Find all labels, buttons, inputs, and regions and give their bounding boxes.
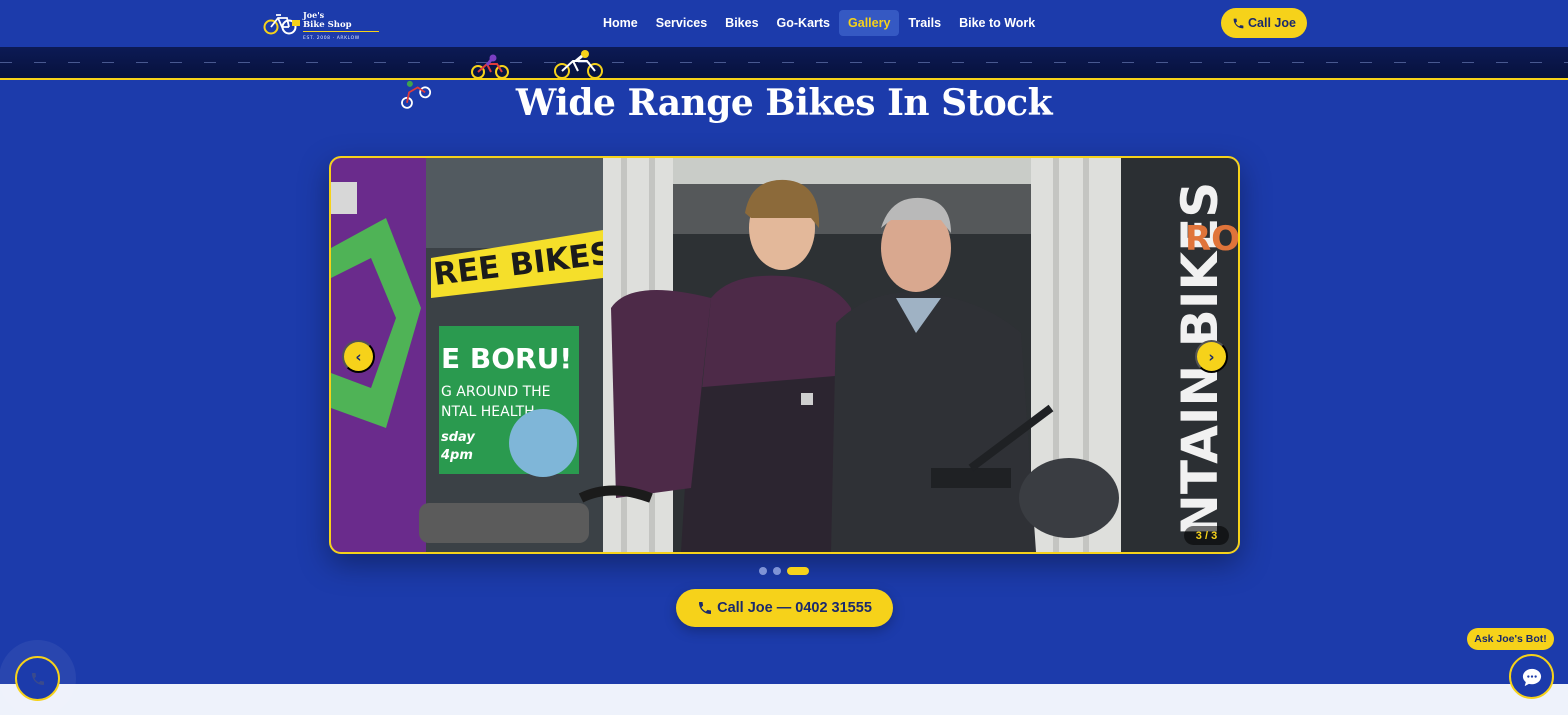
poster-line1: G AROUND THE [441, 384, 551, 400]
brand-name-line2: Bike Shop [303, 20, 379, 32]
poster-line4: 4pm [440, 448, 473, 463]
brand-tagline: EST. 2008 · ARKLOW [303, 36, 360, 41]
nav-bikes[interactable]: Bikes [716, 10, 767, 36]
site-header: Joe's Bike Shop EST. 2008 · ARKLOW Home … [0, 0, 1568, 47]
nav-trails[interactable]: Trails [899, 10, 950, 36]
bicycle-logo-icon [263, 14, 300, 35]
carousel-prev-button[interactable]: ‹ [342, 340, 375, 373]
shop-sign-top: RO [1185, 219, 1238, 259]
call-joe-cta-button[interactable]: Call Joe — 0402 31555 [676, 589, 893, 627]
phone-icon [31, 672, 44, 685]
phone-icon [699, 602, 712, 614]
next-section [0, 684, 1568, 715]
cyclist-purple-icon [471, 54, 509, 79]
road-edge-line [0, 78, 1568, 80]
chatbot-label[interactable]: Ask Joe's Bot! [1467, 628, 1554, 650]
carousel-dots [759, 567, 809, 575]
chat-bubble-icon [1522, 668, 1541, 686]
nav-go-karts[interactable]: Go-Karts [768, 10, 839, 36]
floating-call-button[interactable] [15, 656, 60, 701]
nav-gallery[interactable]: Gallery [839, 9, 900, 36]
gallery-carousel: REE BIKES E BORU! G AROUND THE NTAL HEAL… [329, 156, 1240, 554]
gallery-photo: REE BIKES E BORU! G AROUND THE NTAL HEAL… [331, 158, 1238, 552]
nav-bike-to-work[interactable]: Bike to Work [950, 10, 1044, 36]
phone-icon [1233, 18, 1244, 28]
carousel-dot-2[interactable] [773, 567, 781, 575]
carousel-dot-3[interactable] [787, 567, 809, 575]
cta-label: Call Joe — 0402 31555 [717, 600, 872, 616]
brand-name-line1: Joe's [303, 10, 325, 20]
header-call-button[interactable]: Call Joe [1221, 8, 1307, 38]
chatbot-button[interactable] [1509, 654, 1554, 699]
page-title: Wide Range Bikes In Stock [515, 82, 1053, 124]
cyclist-yellow-icon [554, 50, 603, 79]
poster-line3: sday [441, 430, 475, 445]
carousel-dot-1[interactable] [759, 567, 767, 575]
header-call-label: Call Joe [1248, 16, 1296, 30]
main-nav: Home Services Bikes Go-Karts Gallery Tra… [594, 9, 1044, 36]
poster-title: E BORU! [441, 342, 572, 375]
nav-services[interactable]: Services [647, 10, 716, 36]
road-banner [0, 47, 1568, 80]
slide-counter: 3 / 3 [1184, 526, 1229, 545]
road-dashes [0, 62, 1568, 63]
site-logo[interactable]: Joe's Bike Shop EST. 2008 · ARKLOW [263, 10, 383, 41]
nav-home[interactable]: Home [594, 10, 647, 36]
carousel-next-button[interactable]: › [1195, 340, 1228, 373]
